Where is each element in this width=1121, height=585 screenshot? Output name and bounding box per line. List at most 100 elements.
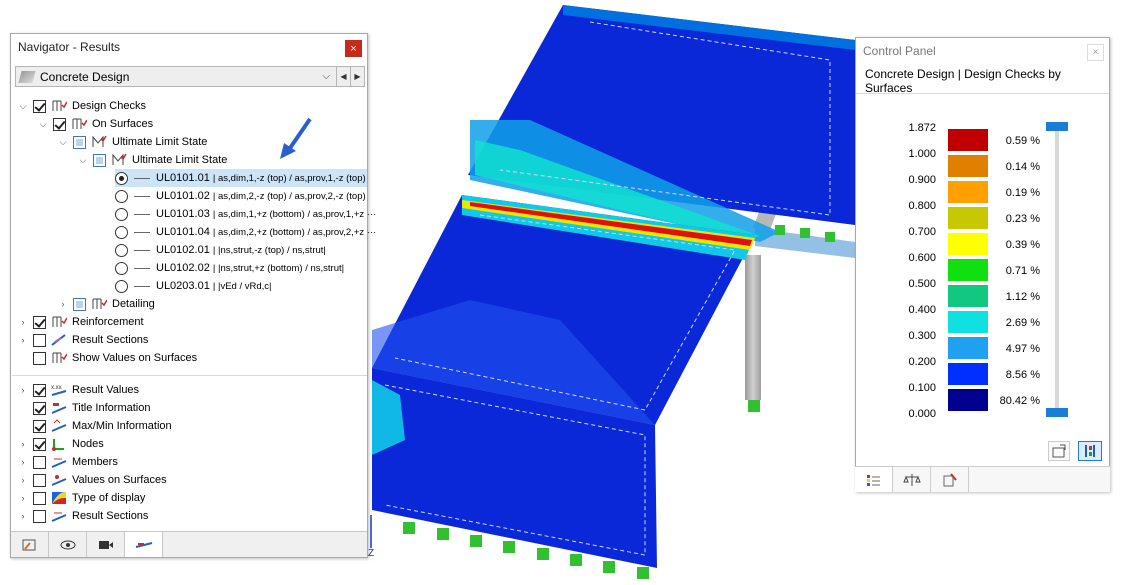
checkbox[interactable] xyxy=(33,491,46,505)
next-module-button[interactable]: ▶ xyxy=(351,66,365,87)
radio-check[interactable] xyxy=(115,261,128,275)
tab-filter[interactable] xyxy=(931,467,969,492)
uls-icon xyxy=(112,153,127,165)
checkbox[interactable] xyxy=(33,383,46,397)
check-item[interactable]: UL0101.01 | as,dim,1,-z (top) / as,prov,… xyxy=(115,169,367,187)
tree-uls-group[interactable]: ⌵ Ultimate Limit State xyxy=(57,133,207,151)
tree-members[interactable]: › Members xyxy=(17,453,118,471)
expand-icon[interactable]: › xyxy=(17,317,29,327)
check-id: UL0102.02 xyxy=(156,262,210,274)
tree-reinforcement[interactable]: › Reinforcement xyxy=(17,313,144,331)
legend-color-box xyxy=(947,388,989,412)
members-icon xyxy=(51,458,67,468)
legend-percent: 0.39 % xyxy=(1005,239,1040,251)
tab-display[interactable] xyxy=(49,532,87,557)
legend-scale-button[interactable] xyxy=(1078,441,1102,461)
tree-result-sections[interactable]: › Result Sections xyxy=(17,331,148,349)
tree-values-surfaces[interactable]: › Values on Surfaces xyxy=(17,471,167,489)
tree-result-values[interactable]: › x.xx Result Values xyxy=(17,381,139,399)
checkbox[interactable] xyxy=(33,455,46,469)
tree-type-display[interactable]: › Type of display xyxy=(17,489,145,507)
expand-icon[interactable]: › xyxy=(17,475,29,485)
tree-title-info[interactable]: Title Information xyxy=(33,399,150,417)
checkbox-uls[interactable] xyxy=(93,153,106,167)
navigator-panel: Navigator - Results × Concrete Design ⌵ … xyxy=(10,33,376,558)
tree-label: Ultimate Limit State xyxy=(132,154,228,166)
collapse-icon[interactable]: ⌵ xyxy=(57,137,69,148)
legend-value: 0.500 xyxy=(908,278,936,290)
module-dropdown[interactable]: Concrete Design ⌵ xyxy=(15,66,337,87)
check-item[interactable]: UL0203.01 | |vEd / vRd,c| xyxy=(115,277,272,295)
control-panel-close-button[interactable]: × xyxy=(1087,44,1104,61)
tab-factors[interactable] xyxy=(893,467,931,492)
radio-check[interactable] xyxy=(115,207,128,221)
check-item[interactable]: UL0102.01 | |ns,strut,-z (top) / ns,stru… xyxy=(115,241,326,259)
tree-nodes[interactable]: › Nodes xyxy=(17,435,104,453)
tree-show-values[interactable]: Show Values on Surfaces xyxy=(33,349,197,367)
maxmin-info-icon xyxy=(51,419,67,432)
radio-check[interactable] xyxy=(115,279,128,293)
expand-icon[interactable]: › xyxy=(17,511,29,521)
legend-value: 0.000 xyxy=(908,408,936,420)
check-id: UL0101.01 xyxy=(156,172,210,184)
legend-color-box xyxy=(947,362,989,386)
checkbox-on-surfaces[interactable] xyxy=(53,117,66,131)
expand-icon[interactable]: › xyxy=(17,385,29,395)
checkbox[interactable] xyxy=(33,333,46,347)
tree-design-checks[interactable]: ⌵ Design Checks xyxy=(17,97,146,115)
legend-percent: 2.69 % xyxy=(1005,317,1040,329)
tree-maxmin-info[interactable]: Max/Min Information xyxy=(33,417,172,435)
tree-label: Result Sections xyxy=(72,334,149,346)
checkbox[interactable] xyxy=(33,401,46,415)
checkbox-uls-group[interactable] xyxy=(73,135,86,149)
range-slider-top-handle[interactable] xyxy=(1046,122,1068,131)
prev-module-button[interactable]: ◀ xyxy=(337,66,351,87)
checkbox-detailing[interactable] xyxy=(73,297,86,311)
legend-percent: 4.97 % xyxy=(1005,343,1040,355)
expand-icon[interactable]: › xyxy=(17,457,29,467)
checkbox[interactable] xyxy=(33,473,46,487)
expand-icon[interactable]: › xyxy=(17,439,29,449)
check-formula: | as,dim,2,+z (bottom) / as,prov,2,+z ··… xyxy=(212,226,377,238)
tree-label: Ultimate Limit State xyxy=(112,136,208,148)
collapse-icon[interactable]: ⌵ xyxy=(17,101,29,112)
tab-results[interactable] xyxy=(125,532,163,557)
tree-uls[interactable]: ⌵ Ultimate Limit State xyxy=(77,151,227,169)
checkbox[interactable] xyxy=(33,509,46,523)
radio-check[interactable] xyxy=(115,171,128,185)
tree-on-surfaces[interactable]: ⌵ On Surfaces xyxy=(37,115,153,133)
tree-label: On Surfaces xyxy=(92,118,154,130)
checkbox[interactable] xyxy=(33,351,46,365)
navigator-close-button[interactable]: × xyxy=(345,40,362,57)
checkbox[interactable] xyxy=(33,419,46,433)
tree-detailing[interactable]: › Detailing xyxy=(57,295,155,313)
check-item[interactable]: UL0102.02 | |ns,strut,+z (bottom) / ns,s… xyxy=(115,259,344,277)
radio-check[interactable] xyxy=(115,189,128,203)
tree-result-sections-2[interactable]: › Result Sections xyxy=(17,507,148,525)
checkbox-design-checks[interactable] xyxy=(33,99,46,113)
collapse-icon[interactable]: ⌵ xyxy=(37,119,49,130)
checkbox[interactable] xyxy=(33,315,46,329)
legend-color-box xyxy=(947,310,989,334)
radio-check[interactable] xyxy=(115,243,128,257)
range-slider-track[interactable] xyxy=(1055,126,1059,414)
range-slider-bottom-handle[interactable] xyxy=(1046,408,1068,417)
show-values-icon xyxy=(52,352,67,363)
checkbox[interactable] xyxy=(33,437,46,451)
tab-color-scale[interactable] xyxy=(855,467,893,492)
check-formula: | |ns,strut,-z (top) / ns,strut| xyxy=(212,244,326,256)
legend-settings-button[interactable] xyxy=(1048,441,1070,461)
expand-icon[interactable]: › xyxy=(17,335,29,345)
expand-icon[interactable]: › xyxy=(57,299,69,309)
expand-icon[interactable]: › xyxy=(17,493,29,503)
check-item[interactable]: UL0101.04 | as,dim,2,+z (bottom) / as,pr… xyxy=(115,223,376,241)
design-checks-icon xyxy=(52,100,67,111)
radio-check[interactable] xyxy=(115,225,128,239)
legend-percent: 0.14 % xyxy=(1005,161,1040,173)
tab-data[interactable] xyxy=(11,532,49,557)
collapse-icon[interactable]: ⌵ xyxy=(77,155,89,166)
check-item[interactable]: UL0101.02 | as,dim,2,-z (top) / as,prov,… xyxy=(115,187,366,205)
tree-label: Type of display xyxy=(72,492,146,504)
tab-views[interactable] xyxy=(87,532,125,557)
check-item[interactable]: UL0101.03 | as,dim,1,+z (bottom) / as,pr… xyxy=(115,205,376,223)
